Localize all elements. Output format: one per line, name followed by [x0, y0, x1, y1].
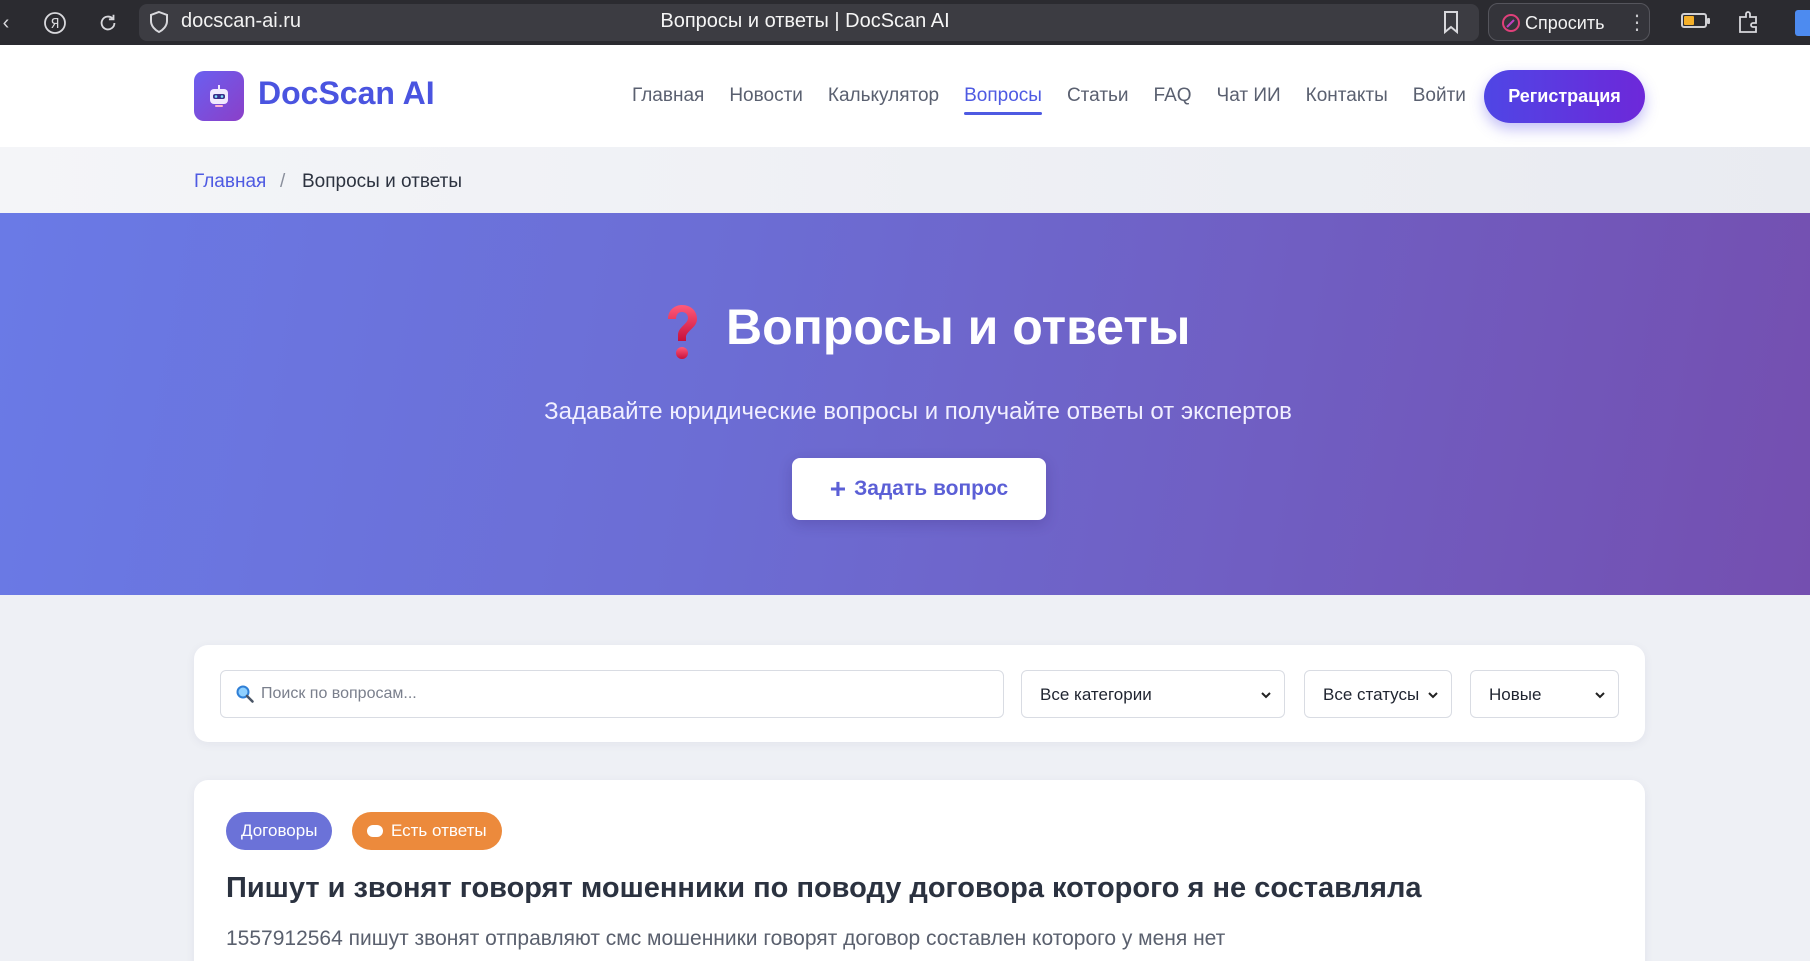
search-input[interactable]: [261, 681, 981, 707]
ask-ai-label: Спросить: [1525, 13, 1605, 33]
search-icon: [236, 685, 254, 703]
site-header: DocScan AI Главная Новости Калькулятор В…: [0, 45, 1810, 147]
sort-select[interactable]: Новые: [1470, 670, 1619, 718]
yandex-icon[interactable]: Я: [40, 8, 70, 38]
chevron-down-icon: [1428, 692, 1438, 699]
breadcrumb-current: Вопросы и ответы: [302, 171, 463, 192]
category-select[interactable]: Все категории: [1021, 670, 1285, 718]
battery-icon[interactable]: [1681, 13, 1710, 28]
status-select-value: Все статусы: [1323, 685, 1420, 704]
question-card[interactable]: Договоры Есть ответы Пишут и звонят гово…: [194, 780, 1645, 961]
chevron-down-icon: [1261, 692, 1271, 699]
nav-login[interactable]: Войти: [1413, 85, 1466, 115]
hero-section: Вопросы и ответы Задавайте юридические в…: [0, 213, 1810, 595]
nav-home[interactable]: Главная: [632, 85, 704, 115]
breadcrumb-home[interactable]: Главная: [194, 171, 266, 193]
page-title-tab: Вопросы и ответы | DocScan AI: [660, 10, 950, 32]
question-excerpt: 1557912564 пишут звонят отправляют смс м…: [226, 927, 1226, 950]
ask-question-label: Задать вопрос: [854, 477, 1009, 500]
reload-icon[interactable]: [93, 8, 123, 38]
status-select[interactable]: Все статусы: [1304, 670, 1452, 718]
bookmark-icon[interactable]: [1440, 10, 1462, 34]
nav-contacts[interactable]: Контакты: [1306, 85, 1388, 115]
hero-subtitle: Задавайте юридические вопросы и получайт…: [544, 398, 1292, 425]
status-badge-label: Есть ответы: [391, 821, 487, 840]
ask-ai-button[interactable]: Спросить ⋮: [1488, 3, 1650, 41]
nav-questions[interactable]: Вопросы: [964, 85, 1042, 115]
breadcrumb: Главная / Вопросы и ответы: [0, 147, 1810, 213]
filters-card: Все категории Все статусы Новые: [194, 645, 1645, 742]
address-url[interactable]: docscan-ai.ru: [181, 10, 301, 33]
plus-icon: +: [829, 473, 847, 504]
category-select-value: Все категории: [1040, 685, 1152, 704]
sparkle-icon: [1502, 14, 1520, 32]
more-icon[interactable]: ⋮: [1627, 10, 1647, 35]
browser-toolbar: ‹ Я docscan-ai.ru Вопросы и ответы | Doc…: [0, 0, 1810, 45]
hero-title: Вопросы и ответы: [726, 299, 1191, 355]
question-mark-icon: [668, 305, 697, 359]
question-title[interactable]: Пишут и звонят говорят мошенники по пово…: [226, 872, 1422, 905]
speech-bubble-icon: [367, 825, 383, 837]
brand-name[interactable]: DocScan AI: [258, 75, 435, 112]
sort-select-value: Новые: [1489, 685, 1542, 704]
main-nav: Главная Новости Калькулятор Вопросы Стат…: [632, 85, 1491, 115]
sidebar-edge-icon[interactable]: [1795, 10, 1810, 36]
nav-articles[interactable]: Статьи: [1067, 85, 1129, 115]
ask-question-button[interactable]: + Задать вопрос: [792, 458, 1046, 520]
svg-text:Я: Я: [50, 17, 59, 32]
chevron-down-icon: [1595, 692, 1605, 699]
nav-news[interactable]: Новости: [729, 85, 803, 115]
search-box[interactable]: [220, 670, 1004, 718]
nav-faq[interactable]: FAQ: [1154, 85, 1192, 115]
nav-calculator[interactable]: Калькулятор: [828, 85, 939, 115]
nav-ai-chat[interactable]: Чат ИИ: [1217, 85, 1281, 115]
back-icon[interactable]: ‹: [0, 8, 12, 38]
register-button[interactable]: Регистрация: [1484, 70, 1645, 123]
category-badge[interactable]: Договоры: [226, 812, 333, 850]
status-badge: Есть ответы: [352, 812, 502, 850]
logo-icon[interactable]: [194, 71, 244, 121]
breadcrumb-separator: /: [280, 171, 286, 192]
shield-icon[interactable]: [149, 10, 169, 34]
extensions-icon[interactable]: [1735, 9, 1761, 35]
